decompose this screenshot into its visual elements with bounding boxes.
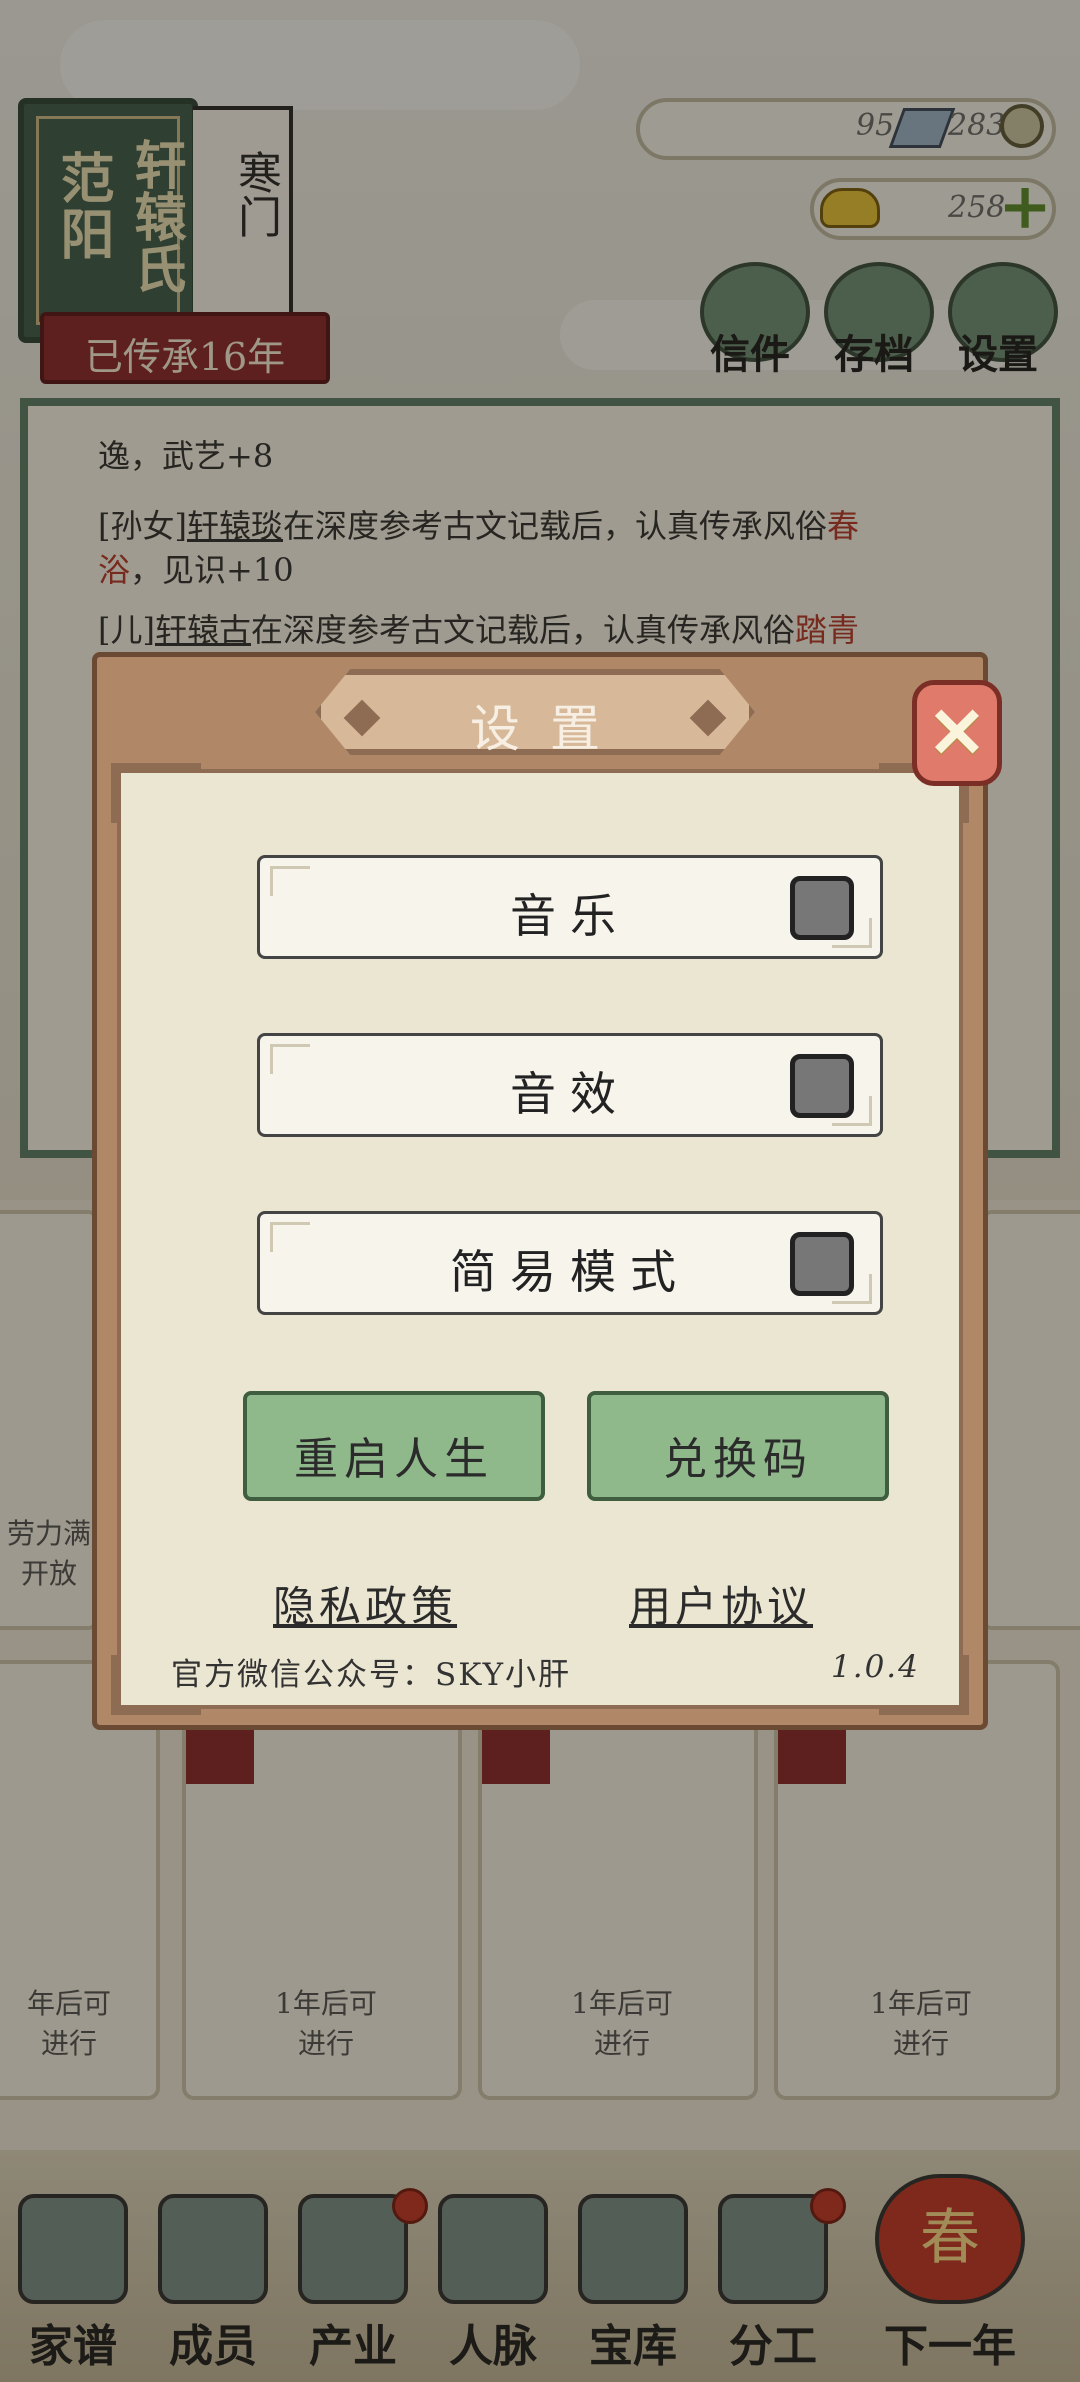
redeem-code-button[interactable]: 兑换码 [587, 1391, 889, 1501]
restart-life-label: 重启人生 [294, 1434, 494, 1485]
official-account-text: 官方微信公众号：SKY小肝 [171, 1657, 572, 1693]
sound-effects-checkbox[interactable] [790, 1054, 854, 1118]
music-checkbox[interactable] [790, 876, 854, 940]
simple-mode-checkbox[interactable] [790, 1232, 854, 1296]
version-text: 1.0.4 [831, 1649, 920, 1685]
corner-ornament [111, 763, 201, 823]
music-label: 音乐 [510, 889, 630, 943]
music-toggle-row[interactable]: 音乐 [257, 855, 883, 959]
simple-mode-toggle-row[interactable]: 简易模式 [257, 1211, 883, 1315]
dialog-title-plaque: 设置 [315, 669, 755, 755]
sound-effects-toggle-row[interactable]: 音效 [257, 1033, 883, 1137]
restart-life-button[interactable]: 重启人生 [243, 1391, 545, 1501]
privacy-policy-link[interactable]: 隐私政策 [273, 1573, 457, 1634]
user-agreement-link[interactable]: 用户协议 [629, 1573, 813, 1634]
redeem-code-label: 兑换码 [663, 1434, 813, 1485]
close-dialog-button[interactable]: ✕ [912, 680, 1002, 786]
dialog-panel: 音乐 音效 简易模式 重启人生 兑换码 隐私政策 用户协议 官方微信公众号：SK… [111, 763, 969, 1715]
sound-effects-label: 音效 [510, 1067, 630, 1121]
settings-dialog: 设置 音乐 音效 简易模式 重启人生 兑换码 隐私政策 用户协议 官方微信公众号… [92, 652, 988, 1730]
dialog-title: 设置 [470, 700, 630, 758]
close-icon: ✕ [927, 691, 987, 774]
simple-mode-label: 简易模式 [450, 1245, 690, 1299]
